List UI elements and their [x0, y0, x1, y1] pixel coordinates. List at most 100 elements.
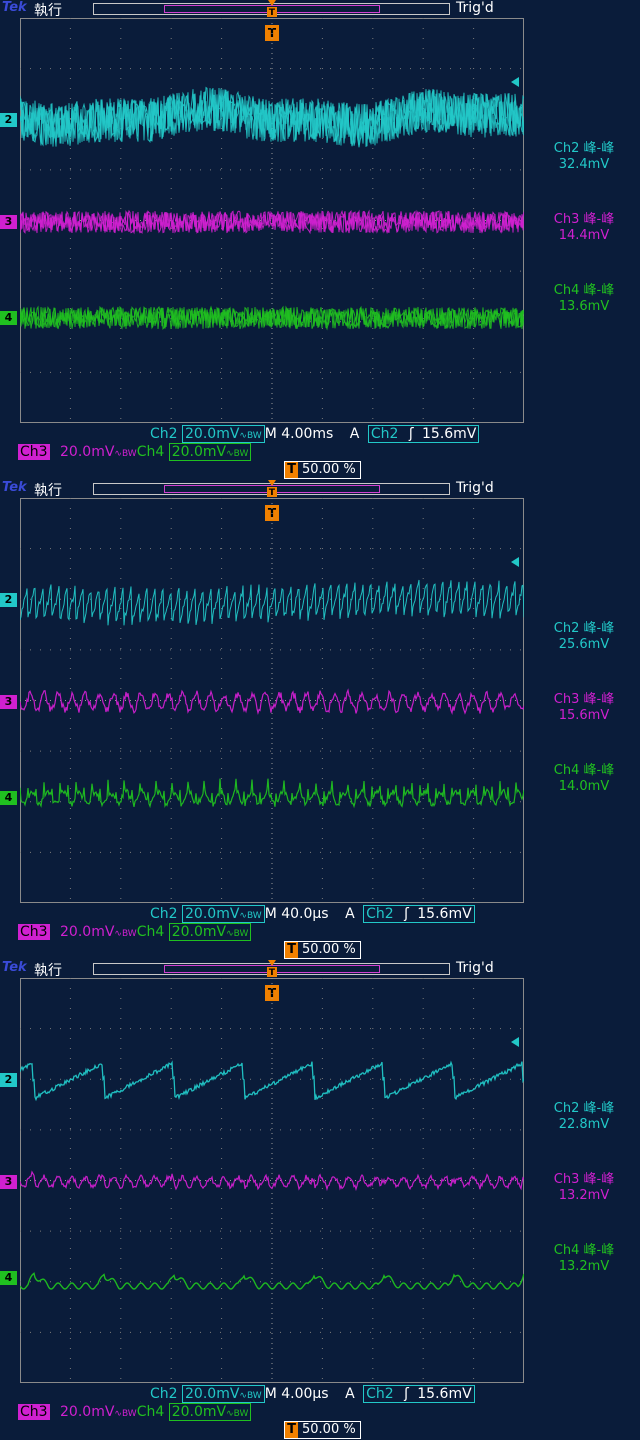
trigger-position-readout[interactable]: T 50.00 %: [284, 1421, 361, 1439]
status-row-2: Ch3 20.0mV∿BWCh4 20.0mV∿BW: [18, 1403, 252, 1423]
ch4-measurement-value: 14.0mV: [558, 779, 610, 794]
top-status-bar: Tek 執行 T Trig'd: [0, 480, 640, 499]
trigger-mode: A: [345, 906, 355, 922]
brand-logo: Tek: [2, 960, 27, 975]
ch3-measurement-value: 14.4mV: [558, 228, 610, 243]
ch4-measurement: Ch4 峰-峰 14.0mV: [530, 763, 638, 795]
ch2-ground-marker[interactable]: 2: [0, 113, 17, 127]
ch3-measurement-value: 15.6mV: [558, 708, 610, 723]
ch4-measurement-name: Ch4 峰-峰: [553, 763, 615, 778]
ch2-scale[interactable]: 20.0mV∿BW: [182, 905, 265, 923]
trigger-level-readout: 15.6mV: [422, 426, 477, 442]
trigger-level-arrow-icon[interactable]: [511, 1037, 519, 1047]
status-row-2: Ch3 20.0mV∿BWCh4 20.0mV∿BW: [18, 923, 252, 943]
status-row-1: Ch2 20.0mV∿BW M 4.00µs A Ch2 ʃ 15.6mV: [150, 1385, 475, 1405]
trigger-position-readout[interactable]: T 50.00 %: [284, 461, 361, 479]
ch2-label[interactable]: Ch2: [150, 426, 178, 442]
ch3-label[interactable]: Ch3: [18, 444, 50, 460]
trigger-level-readout: 15.6mV: [417, 906, 472, 922]
ch2-scale[interactable]: 20.0mV∿BW: [182, 425, 265, 443]
brand-logo: Tek: [2, 480, 27, 495]
ch3-measurement-value: 13.2mV: [558, 1188, 610, 1203]
ch4-ground-marker[interactable]: 4: [0, 791, 17, 805]
ch4-measurement-value: 13.6mV: [558, 299, 610, 314]
trigger-slope-icon: ʃ: [408, 426, 414, 442]
ch3-measurement: Ch3 峰-峰 13.2mV: [530, 1172, 638, 1204]
ch2-measurement-name: Ch2 峰-峰: [553, 621, 615, 636]
ch4-measurement-name: Ch4 峰-峰: [553, 283, 615, 298]
trigger-source[interactable]: Ch2 ʃ 15.6mV: [367, 425, 480, 443]
ch4-measurement-name: Ch4 峰-峰: [553, 1243, 615, 1258]
trigger-slope-icon: ʃ: [404, 906, 409, 922]
trigger-position-readout[interactable]: T 50.00 %: [284, 941, 361, 959]
ch2-label[interactable]: Ch2: [150, 906, 178, 922]
ch2-ground-marker[interactable]: 2: [0, 1073, 17, 1087]
ch4-label[interactable]: Ch4: [137, 444, 165, 460]
ch3-measurement: Ch3 峰-峰 15.6mV: [530, 692, 638, 724]
run-state-label: 執行: [34, 483, 62, 499]
ch3-label[interactable]: Ch3: [18, 924, 50, 940]
ch2-ground-marker[interactable]: 2: [0, 593, 17, 607]
waveform-graticule: [20, 18, 524, 423]
trigger-position-icon-small: T: [285, 462, 298, 478]
trigger-position-icon: T: [267, 480, 277, 498]
scope-screen: Tek 執行 T Trig'd T 2 3 4 Ch2 峰-峰 22.8mV C…: [0, 960, 640, 1440]
scope-screen: Tek 執行 T Trig'd T 2 3 4 Ch2 峰-峰 25.6mV C…: [0, 480, 640, 960]
trigger-source[interactable]: Ch2 ʃ 15.6mV: [363, 1385, 475, 1403]
svg-text:T: T: [269, 8, 276, 18]
run-state-label: 執行: [34, 3, 62, 19]
svg-text:T: T: [269, 968, 276, 978]
ch4-scale[interactable]: 20.0mV∿BW: [168, 1403, 252, 1421]
ch2-measurement: Ch2 峰-峰 32.4mV: [530, 141, 638, 173]
scope-screen: Tek 執行 T Trig'd T 2 3 4 Ch2 峰-峰 32.4mV C…: [0, 0, 640, 480]
waveform-graticule: [20, 498, 524, 903]
ch2-measurement-value: 32.4mV: [558, 157, 610, 172]
trigger-mode: A: [345, 1386, 355, 1402]
trigger-level-readout: 15.6mV: [417, 1386, 472, 1402]
timebase-readout[interactable]: M 4.00µs: [265, 1386, 329, 1402]
ch3-scale[interactable]: 20.0mV∿BW: [60, 1404, 137, 1420]
waveform-graticule: [20, 978, 524, 1383]
ch3-label[interactable]: Ch3: [18, 1404, 50, 1420]
trigger-position-icon: T: [267, 0, 277, 18]
top-status-bar: Tek 執行 T Trig'd: [0, 0, 640, 19]
ch3-ground-marker[interactable]: 3: [0, 215, 17, 229]
ch4-ground-marker[interactable]: 4: [0, 311, 17, 325]
ch2-scale[interactable]: 20.0mV∿BW: [182, 1385, 265, 1403]
trigger-position-icon-small: T: [285, 1422, 298, 1438]
top-status-bar: Tek 執行 T Trig'd: [0, 960, 640, 979]
ch3-scale[interactable]: 20.0mV∿BW: [60, 924, 137, 940]
trigger-level-arrow-icon[interactable]: [511, 77, 519, 87]
svg-text:T: T: [269, 488, 276, 498]
trigger-level-arrow-icon[interactable]: [511, 557, 519, 567]
ch4-measurement-value: 13.2mV: [558, 1259, 610, 1274]
brand-logo: Tek: [2, 0, 27, 15]
ch3-scale[interactable]: 20.0mV∿BW: [60, 444, 137, 460]
ch2-measurement-name: Ch2 峰-峰: [553, 141, 615, 156]
trigger-slope-icon: ʃ: [404, 1386, 409, 1402]
ch4-ground-marker[interactable]: 4: [0, 1271, 17, 1285]
ch3-measurement-name: Ch3 峰-峰: [553, 1172, 615, 1187]
ch3-measurement-name: Ch3 峰-峰: [553, 212, 615, 227]
ch4-measurement: Ch4 峰-峰 13.6mV: [530, 283, 638, 315]
status-row-1: Ch2 20.0mV∿BW M 40.0µs A Ch2 ʃ 15.6mV: [150, 905, 475, 925]
ch4-scale[interactable]: 20.0mV∿BW: [168, 923, 252, 941]
ch3-measurement-name: Ch3 峰-峰: [553, 692, 615, 707]
ch4-scale[interactable]: 20.0mV∿BW: [168, 443, 252, 461]
trigger-source[interactable]: Ch2 ʃ 15.6mV: [363, 905, 475, 923]
trigger-status-label: Trig'd: [456, 960, 494, 976]
trigger-status-label: Trig'd: [456, 480, 494, 496]
ch3-measurement: Ch3 峰-峰 14.4mV: [530, 212, 638, 244]
ch2-measurement: Ch2 峰-峰 25.6mV: [530, 621, 638, 653]
ch3-ground-marker[interactable]: 3: [0, 1175, 17, 1189]
ch4-label[interactable]: Ch4: [137, 1404, 165, 1420]
trigger-mode: A: [349, 426, 360, 442]
timebase-readout[interactable]: M 4.00ms: [265, 426, 334, 442]
timebase-readout[interactable]: M 40.0µs: [265, 906, 329, 922]
status-row-2: Ch3 20.0mV∿BWCh4 20.0mV∿BW: [18, 443, 252, 463]
ch3-ground-marker[interactable]: 3: [0, 695, 17, 709]
ch4-label[interactable]: Ch4: [137, 924, 165, 940]
ch2-label[interactable]: Ch2: [150, 1386, 178, 1402]
status-row-1: Ch2 20.0mV∿BW M 4.00ms A Ch2 ʃ 15.6mV: [150, 425, 480, 445]
run-state-label: 執行: [34, 963, 62, 979]
